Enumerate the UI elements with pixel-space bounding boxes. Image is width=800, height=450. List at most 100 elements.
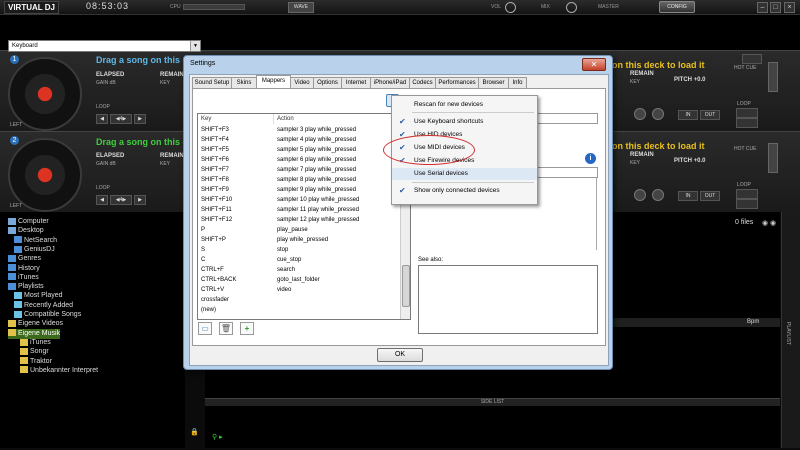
tab-skins[interactable]: Skins <box>231 77 257 88</box>
table-row[interactable]: Pplay_pause <box>198 225 398 235</box>
table-row[interactable]: SHIFT+F10 sampler 10 play while_pressed <box>198 195 398 205</box>
table-row[interactable]: SHIFT+F9 sampler 9 play while_pressed <box>198 185 398 195</box>
action-cell: sampler 6 play while_pressed <box>277 157 357 163</box>
hot-cue-label: HOT CUE <box>734 146 757 152</box>
loops-button[interactable] <box>736 189 758 199</box>
table-row[interactable]: SHIFT+F3 sampler 3 play while_pressed <box>198 125 398 135</box>
master-label: MASTER <box>598 4 619 10</box>
tab-sound-setup[interactable]: Sound Setup <box>192 77 232 88</box>
menu-item-label: Rescan for new devices <box>414 101 484 108</box>
tree-item-label: Computer <box>18 218 49 225</box>
table-row[interactable]: crossfader <box>198 295 398 305</box>
tab-performances[interactable]: Performances <box>435 77 479 88</box>
mapper-select-value: Keyboard <box>12 43 38 49</box>
search-icon[interactable]: ⚲ ▸ <box>212 433 223 441</box>
playlist-tab[interactable]: PLAYLIST <box>785 322 791 345</box>
info-icon[interactable]: i <box>585 153 596 164</box>
knob[interactable] <box>634 189 646 201</box>
pitch-slider[interactable] <box>768 62 778 92</box>
delete-icon[interactable]: 🗑 <box>219 322 233 335</box>
action-cell: sampler 3 play while_pressed <box>277 127 357 133</box>
knob[interactable] <box>652 189 664 201</box>
mix-label: MIX <box>541 4 550 10</box>
loop-prev-button[interactable]: ◀ <box>96 114 108 124</box>
menu-item[interactable]: ✔ Use Keyboard shortcuts <box>392 116 537 128</box>
table-row[interactable]: SHIFT+F11 sampler 11 play while_pressed <box>198 205 398 215</box>
tree-item-label: History <box>18 264 40 272</box>
table-row[interactable]: SHIFT+P play while_pressed <box>198 235 398 245</box>
folder-icon <box>14 236 22 244</box>
table-row[interactable]: SHIFT+F12 sampler 12 play while_pressed <box>198 215 398 225</box>
table-row[interactable]: (new) <box>198 305 398 315</box>
tree-item-label: Eigene Videos <box>18 320 64 328</box>
import-icon[interactable]: ▭ <box>198 322 212 335</box>
folder-tree: Computer Desktop NetSearch GeniusDJ Genres Hi… <box>0 212 199 448</box>
loop-size-button[interactable]: ◀4▶ <box>110 195 132 205</box>
table-row[interactable]: CTRL+BACK goto_last_folder <box>198 275 398 285</box>
tree-item-label: Genres <box>18 255 41 263</box>
maximize-icon[interactable]: □ <box>770 2 781 13</box>
key-cell: SHIFT+F5 <box>201 147 229 153</box>
tab-info[interactable]: Info <box>508 77 527 88</box>
loops-button[interactable] <box>736 108 758 118</box>
headphone-icon[interactable] <box>505 2 516 13</box>
tab-mappers[interactable]: Mappers <box>256 75 291 88</box>
table-row[interactable]: SHIFT+F6 sampler 6 play while_pressed <box>198 155 398 165</box>
menu-item[interactable]: Use Serial devices <box>392 168 537 180</box>
remain-label: REMAIN <box>160 72 184 78</box>
tree-item[interactable]: Unbekannter Interpret <box>20 366 98 376</box>
table-row[interactable]: Sstop <box>198 245 398 255</box>
tab-internet[interactable]: Internet <box>341 77 371 88</box>
bpm-column-header[interactable]: Bpm <box>747 319 759 325</box>
minimize-icon[interactable]: – <box>757 2 768 13</box>
table-row[interactable]: CTRL+V video <box>198 285 398 295</box>
key-column-header[interactable]: Key <box>198 114 274 124</box>
config-button[interactable]: CONFIG <box>659 1 695 13</box>
out-button[interactable]: OUT <box>700 191 720 201</box>
view-icons[interactable]: ◉ ◉ <box>762 219 776 227</box>
key-cell: C <box>201 257 206 263</box>
lock-icon[interactable]: 🔒 <box>190 428 199 436</box>
pitch-slider[interactable] <box>768 143 778 173</box>
action-column-header[interactable]: Action <box>274 114 402 124</box>
tab-video[interactable]: Video <box>290 77 314 88</box>
table-row[interactable]: Ccue_stop <box>198 255 398 265</box>
table-row[interactable]: SHIFT+F4 sampler 4 play while_pressed <box>198 135 398 145</box>
side-list-bar[interactable]: SIDE LIST <box>205 398 780 406</box>
table-row[interactable]: SHIFT+F8 sampler 8 play while_pressed <box>198 175 398 185</box>
close-icon[interactable]: ✕ <box>582 58 606 71</box>
tab-iphone-ipad[interactable]: iPhone/iPad <box>370 77 410 88</box>
mapper-select[interactable]: Keyboard ▼ <box>8 40 201 52</box>
tab-browser[interactable]: Browser <box>478 77 509 88</box>
knob[interactable] <box>652 108 664 120</box>
loop-prev-button[interactable]: ◀ <box>96 195 108 205</box>
key-cell: SHIFT+F4 <box>201 137 229 143</box>
deck1-platter[interactable] <box>8 57 82 131</box>
files-count: 0 files <box>735 219 754 226</box>
table-row[interactable]: SHIFT+F7 sampler 7 play while_pressed <box>198 165 398 175</box>
effects-button[interactable] <box>736 199 758 209</box>
table-row[interactable]: CTRL+F search <box>198 265 398 275</box>
tab-options[interactable]: Options <box>313 77 342 88</box>
deck2-platter[interactable] <box>8 138 82 212</box>
folder-icon <box>20 366 28 374</box>
knob[interactable] <box>634 108 646 120</box>
in-button[interactable]: IN <box>678 191 698 201</box>
see-also-box[interactable] <box>418 265 598 334</box>
wave-button[interactable]: WAVE <box>288 2 314 13</box>
loop-next-button[interactable]: ▶ <box>134 114 146 124</box>
effects-button[interactable] <box>736 118 758 128</box>
tab-codecs[interactable]: Codecs <box>409 77 436 88</box>
sync-button[interactable] <box>742 54 762 64</box>
add-icon[interactable]: + <box>240 322 254 335</box>
menu-item[interactable]: ✔ Show only connected devices <box>392 185 537 197</box>
close-icon[interactable]: × <box>784 2 795 13</box>
speaker-icon[interactable] <box>566 2 577 13</box>
out-button[interactable]: OUT <box>700 110 720 120</box>
table-row[interactable]: SHIFT+F5 sampler 5 play while_pressed <box>198 145 398 155</box>
in-button[interactable]: IN <box>678 110 698 120</box>
menu-item[interactable]: Rescan for new devices <box>392 99 537 111</box>
loop-size-button[interactable]: ◀4▶ <box>110 114 132 124</box>
ok-button[interactable]: OK <box>377 348 423 362</box>
loop-next-button[interactable]: ▶ <box>134 195 146 205</box>
